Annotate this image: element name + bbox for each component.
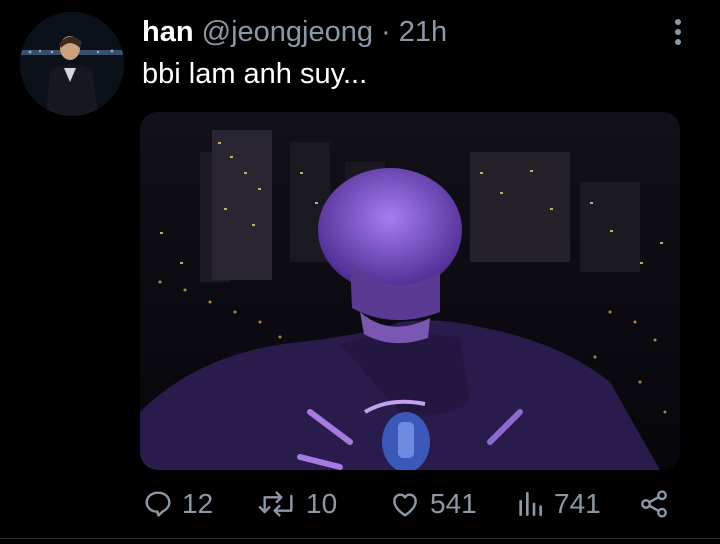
retweet-button[interactable]: 10 bbox=[258, 482, 337, 526]
night-city-photo bbox=[140, 112, 680, 470]
more-options-button[interactable] bbox=[668, 14, 688, 50]
reply-button[interactable]: 12 bbox=[142, 482, 213, 526]
like-count: 541 bbox=[430, 488, 477, 519]
views-button[interactable]: 741 bbox=[514, 482, 601, 526]
heart-icon bbox=[393, 493, 417, 517]
author-handle[interactable]: @jeongjeong bbox=[202, 16, 373, 48]
retweet-icon bbox=[258, 491, 293, 517]
tweet-text: bbi lam anh suy... bbox=[142, 58, 368, 90]
reply-count: 12 bbox=[182, 488, 214, 519]
tweet-photo[interactable] bbox=[140, 112, 680, 470]
share-icon bbox=[641, 490, 667, 518]
like-button[interactable]: 541 bbox=[388, 482, 477, 526]
divider bbox=[0, 538, 720, 539]
tweet-header: han @jeongjeong · 21h bbox=[142, 14, 447, 50]
avatar[interactable] bbox=[20, 12, 124, 116]
retweet-count: 10 bbox=[306, 488, 338, 519]
avatar-image bbox=[20, 12, 124, 116]
tweet-timestamp[interactable]: 21h bbox=[399, 16, 447, 48]
share-button[interactable] bbox=[638, 482, 678, 526]
tweet-actions: 12 10 541 741 bbox=[0, 482, 720, 526]
views-bar-icon bbox=[519, 492, 542, 516]
more-vertical-icon bbox=[675, 19, 681, 45]
author-name[interactable]: han bbox=[142, 16, 194, 48]
views-count: 741 bbox=[554, 488, 601, 519]
header-separator: · bbox=[381, 16, 391, 48]
reply-icon bbox=[145, 491, 171, 517]
